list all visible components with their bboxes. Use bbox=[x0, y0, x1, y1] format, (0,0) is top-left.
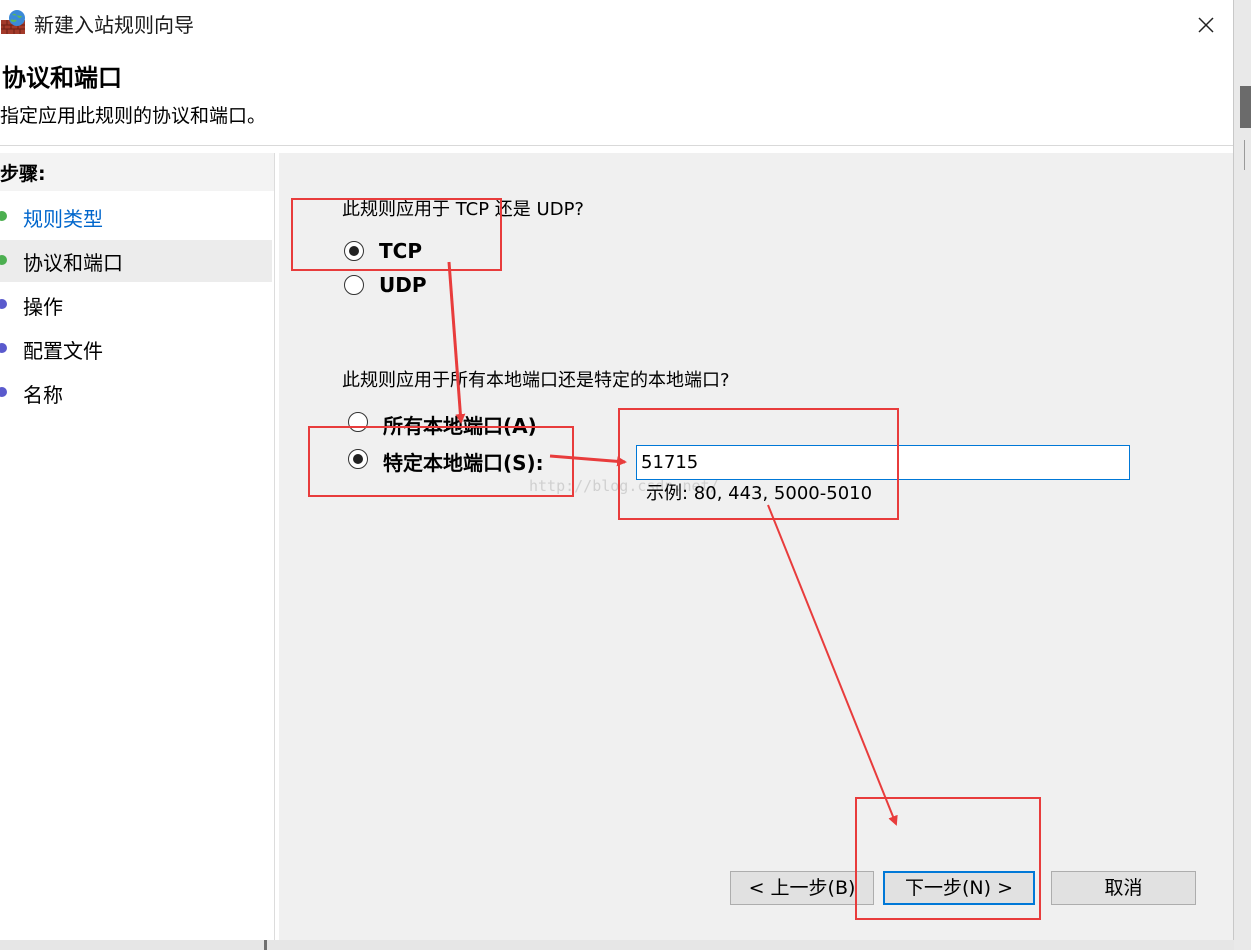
step-status-dot bbox=[0, 299, 7, 309]
step-status-dot bbox=[0, 211, 7, 221]
page-subtitle: 指定应用此规则的协议和端口。 bbox=[0, 105, 267, 127]
port-input[interactable] bbox=[636, 445, 1130, 480]
radio-circle bbox=[344, 241, 364, 261]
steps-header: 步骤: bbox=[0, 153, 274, 191]
step-profile[interactable]: 配置文件 bbox=[0, 328, 272, 370]
ports-question: 此规则应用于所有本地端口还是特定的本地端口? bbox=[342, 370, 730, 391]
back-button[interactable]: < 上一步(B) bbox=[730, 871, 874, 905]
cancel-button[interactable]: 取消 bbox=[1051, 871, 1196, 905]
background-window-edge bbox=[1234, 0, 1251, 950]
radio-circle bbox=[348, 412, 368, 432]
background-scroll-thumb bbox=[1240, 86, 1251, 128]
radio-circle bbox=[344, 275, 364, 295]
background-window-bottom bbox=[0, 940, 1234, 950]
step-label: 操作 bbox=[23, 295, 63, 319]
step-status-dot bbox=[0, 255, 7, 265]
close-button[interactable] bbox=[1184, 4, 1226, 42]
radio-circle bbox=[348, 449, 368, 469]
radio-label: TCP bbox=[379, 239, 422, 263]
page-title: 协议和端口 bbox=[2, 64, 122, 92]
close-icon bbox=[1198, 17, 1214, 33]
step-protocol-and-ports[interactable]: 协议和端口 bbox=[0, 240, 272, 282]
steps-panel: 步骤: 规则类型 协议和端口 操作 配置文件 名称 bbox=[0, 153, 275, 940]
background-tick bbox=[264, 940, 267, 950]
step-rule-type[interactable]: 规则类型 bbox=[0, 196, 272, 238]
header-divider bbox=[0, 145, 1233, 146]
content-panel: 此规则应用于 TCP 还是 UDP? TCP UDP 此规则应用于所有本地端口还… bbox=[279, 153, 1233, 940]
radio-label: 特定本地端口(S): bbox=[383, 451, 544, 475]
port-example: 示例: 80, 443, 5000-5010 bbox=[646, 483, 873, 504]
step-status-dot bbox=[0, 343, 7, 353]
radio-label: 所有本地端口(A) bbox=[383, 414, 537, 438]
next-button[interactable]: 下一步(N) > bbox=[883, 871, 1035, 905]
window-title: 新建入站规则向导 bbox=[34, 13, 194, 37]
step-label: 规则类型 bbox=[23, 207, 103, 231]
steps-label: 步骤: bbox=[0, 163, 46, 185]
protocol-question: 此规则应用于 TCP 还是 UDP? bbox=[342, 199, 584, 220]
wizard-window: 新建入站规则向导 协议和端口 指定应用此规则的协议和端口。 步骤: 规则类型 协… bbox=[0, 0, 1234, 940]
step-label: 协议和端口 bbox=[23, 251, 123, 275]
radio-label: UDP bbox=[379, 273, 427, 297]
radio-selected-dot bbox=[349, 246, 359, 256]
step-label: 名称 bbox=[23, 383, 63, 407]
radio-selected-dot bbox=[353, 454, 363, 464]
title-bar: 新建入站规则向导 bbox=[0, 0, 1233, 46]
step-label: 配置文件 bbox=[23, 339, 103, 363]
background-divider bbox=[1244, 140, 1245, 170]
step-action[interactable]: 操作 bbox=[0, 284, 272, 326]
step-name[interactable]: 名称 bbox=[0, 372, 272, 414]
step-status-dot bbox=[0, 387, 7, 397]
firewall-icon bbox=[0, 8, 28, 36]
